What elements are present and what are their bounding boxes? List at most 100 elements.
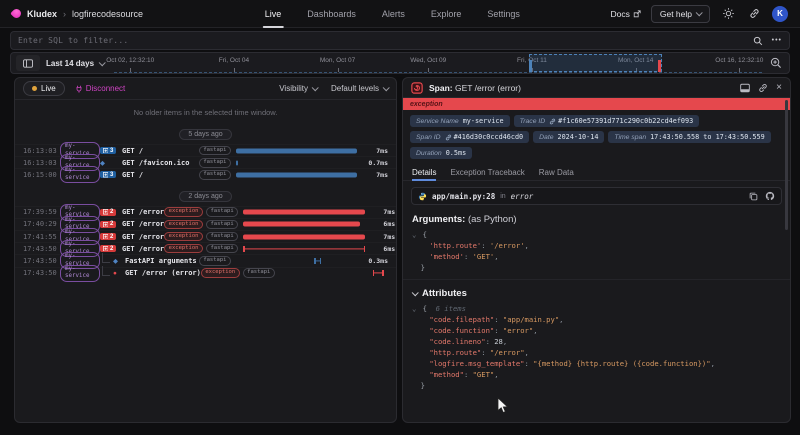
share-link-button[interactable] [746,6,762,22]
children-count-badge[interactable]: 2 [100,221,116,228]
link-icon [549,118,556,125]
row-tags: exceptionfastapi [164,220,238,230]
docs-link[interactable]: Docs [610,9,640,19]
duration-bar-zone [236,145,358,156]
tab-alerts[interactable]: Alerts [382,0,405,28]
copy-link-icon[interactable] [758,83,768,93]
span-title-prefix: Span: [429,83,453,93]
duration-bar-zone [243,207,365,218]
meta-label: Service Name [416,118,459,125]
time-group-separator: 5 days ago [15,119,396,144]
levels-dropdown[interactable]: Default levels [331,84,388,93]
disconnect-button[interactable]: Disconnect [75,84,126,93]
detail-tab-raw-data[interactable]: Raw Data [539,164,574,180]
source-location: app/main.py:28 in error [411,187,782,205]
timeline-track[interactable]: Oct 02, 12:32:10Fri, Oct 04Mon, Oct 07We… [114,53,762,73]
close-icon[interactable]: × [776,83,782,93]
duration-line [243,248,365,249]
children-count-badge[interactable]: 3 [100,147,116,154]
time-range-dropdown[interactable]: Last 14 days [46,59,104,68]
tag-exception: exception [164,220,203,230]
timeline-selection[interactable] [529,54,662,72]
timeline-bar: Last 14 days Oct 02, 12:32:10Fri, Oct 04… [10,52,790,74]
tree-connector-icon [102,266,110,276]
row-label: GET /error [122,233,164,241]
meta-value: #f1c60e57391d771c290c0b22cd4ef093 [549,117,693,125]
duration-line-cap [320,258,322,264]
external-link-icon [633,10,641,18]
code-line: "code.lineno": 28, [412,336,781,347]
filter-more-menu[interactable]: ••• [772,37,782,44]
tab-settings[interactable]: Settings [487,0,520,28]
code-line: } [412,380,781,391]
tab-live[interactable]: Live [265,0,282,28]
user-avatar[interactable]: K [772,6,788,22]
code-collapse-chevron[interactable]: ⌄ [412,304,421,313]
tag-exception: exception [164,207,203,217]
children-count: 2 [110,209,113,215]
breadcrumb-org[interactable]: Kludex [27,9,57,19]
github-icon[interactable] [765,191,775,201]
children-count-badge[interactable]: 2 [100,245,116,252]
attributes-heading[interactable]: Attributes [403,279,790,301]
row-duration: 7ms [365,208,395,216]
code-token: 6 items [427,304,466,313]
sql-filter-input[interactable]: Enter SQL to filter... [18,36,128,45]
theme-toggle-button[interactable] [720,6,736,22]
expand-icon [103,246,109,252]
expand-icon [103,148,109,154]
dock-panel-icon[interactable] [740,83,750,93]
children-count-badge[interactable]: 3 [100,171,116,178]
tab-explore[interactable]: Explore [431,0,462,28]
code-token: "logfire.msg_template" [429,359,524,368]
trace-row[interactable]: 17:43:50my-service●GET /error (error)exc… [15,267,396,279]
search-icon[interactable] [753,36,763,46]
breadcrumb-project[interactable]: logfirecodesource [72,9,143,19]
code-token: "GET" [473,370,495,379]
detail-tab-details[interactable]: Details [412,164,436,180]
span-title-text: GET /error (error) [455,83,521,93]
code-token: "error" [503,326,533,335]
tag-exception: exception [164,244,203,254]
span-meta-badges: Service Namemy-serviceTrace ID#f1c60e573… [403,110,790,162]
copy-icon[interactable] [749,192,758,201]
trace-row[interactable]: 16:15:00my-service3GET /fastapi7ms [15,168,396,180]
source-file[interactable]: app/main.py:28 [432,192,495,201]
code-line: "logfire.msg_template": "{method} {http.… [412,358,781,369]
service-badge: my-service [60,265,100,282]
code-token: : [494,315,503,324]
code-token: : [486,337,495,346]
code-collapse-chevron[interactable]: ⌄ [412,230,421,239]
code-line: 'http.route': '/error', [412,240,781,251]
tag-fastapi: fastapi [206,220,238,230]
tab-dashboards[interactable]: Dashboards [307,0,356,28]
live-toggle[interactable]: Live [23,81,65,96]
code-token: , [559,315,563,324]
chevron-down-icon [383,84,390,91]
detail-tab-exception-traceback[interactable]: Exception Traceback [450,164,524,180]
get-help-label: Get help [660,9,692,19]
timeline-tick-label: Mon, Oct 07 [320,57,355,64]
children-count-badge[interactable]: 2 [100,209,116,216]
span-detail-header: Span: GET /error (error) × [403,78,790,98]
span-title: Span: GET /error (error) [429,83,521,93]
row-timestamp: 16:13:03 [23,147,60,155]
disconnect-label: Disconnect [86,84,126,93]
service-badge: my-service [60,166,100,183]
row-marker: 3 [100,171,122,178]
sidebar-toggle-button[interactable] [16,55,40,71]
meta-label: Trace ID [520,118,546,125]
code-token: : [481,241,490,250]
time-group-separator: 2 days ago [15,181,396,206]
tag-fastapi: fastapi [199,256,231,266]
get-help-button[interactable]: Get help [651,5,710,23]
row-marker: 2 [100,233,122,240]
children-count-badge[interactable]: 2 [100,233,116,240]
row-duration: 0.3ms [358,257,388,265]
visibility-dropdown[interactable]: Visibility [279,84,317,93]
row-label: FastAPI arguments [125,257,197,265]
scrollbar-thumb[interactable] [785,100,788,230]
timeline-zoom-button[interactable] [768,55,784,71]
arguments-heading: Arguments: (as Python) [403,205,790,227]
row-timestamp: 16:15:00 [23,171,60,179]
